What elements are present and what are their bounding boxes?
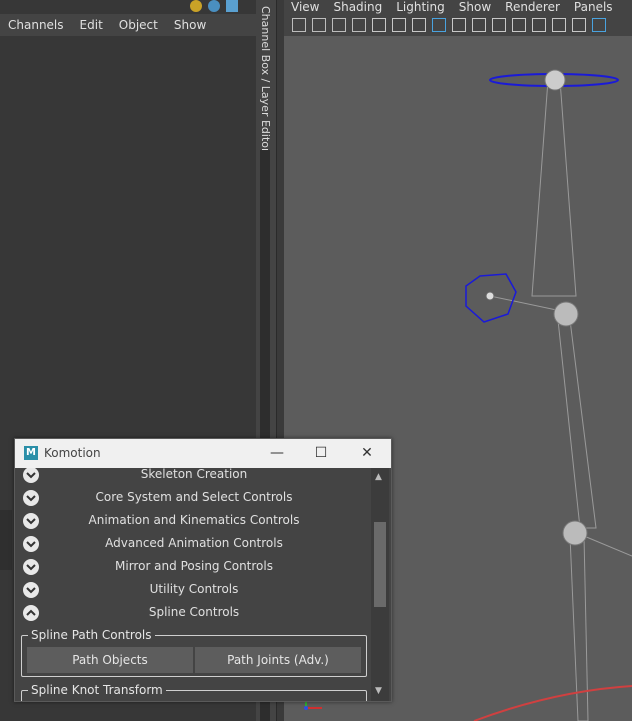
axis-z (304, 706, 308, 710)
channel-box-menu: Channels Edit Object Show (0, 14, 256, 36)
close-icon[interactable]: ✕ (357, 444, 377, 462)
safe-action-icon[interactable] (472, 18, 486, 32)
menu-lighting[interactable]: Lighting (389, 0, 452, 14)
camera-icon[interactable] (292, 18, 306, 32)
section-label: Mirror and Posing Controls (115, 559, 273, 573)
komotion-titlebar[interactable]: M Komotion — ☐ ✕ (15, 439, 391, 468)
section-label: Advanced Animation Controls (105, 536, 283, 550)
bone-side (583, 535, 632, 557)
path-objects-button[interactable]: Path Objects (26, 646, 194, 674)
xray-icon[interactable] (512, 18, 526, 32)
section-skeleton-creation[interactable]: Skeleton Creation (15, 468, 371, 486)
grid-icon[interactable] (432, 18, 446, 32)
hud-icon[interactable] (552, 18, 566, 32)
section-spline[interactable]: Spline Controls (15, 602, 371, 624)
wireframe-icon[interactable] (572, 18, 586, 32)
section-label: Utility Controls (149, 582, 239, 596)
spline-path-group: Spline Path Controls Path Objects Path J… (21, 628, 367, 677)
spline-knot-group: Spline Knot Transform (21, 683, 367, 701)
section-label: Core System and Select Controls (95, 490, 293, 504)
film-gate-icon[interactable] (412, 18, 426, 32)
attribute-editor-icon[interactable] (208, 0, 220, 12)
menu-object[interactable]: Object (111, 18, 166, 32)
section-core-system[interactable]: Core System and Select Controls (15, 487, 371, 509)
joint-spine (553, 301, 579, 327)
group-label: Spline Knot Transform (28, 683, 166, 697)
joint-root (544, 69, 566, 91)
group-label: Spline Path Controls (28, 628, 155, 642)
chevron-down-icon[interactable] (23, 490, 39, 506)
menu-show[interactable]: Show (166, 18, 214, 32)
section-utility[interactable]: Utility Controls (15, 579, 371, 601)
bookmark-icon[interactable] (352, 18, 366, 32)
menu-show-vp[interactable]: Show (452, 0, 498, 14)
isolate-icon[interactable] (392, 18, 406, 32)
komotion-scrollbar[interactable]: ▲ ▼ (371, 468, 389, 701)
viewport-menu: View Shading Lighting Show Renderer Pane… (284, 0, 632, 14)
menu-renderer[interactable]: Renderer (498, 0, 567, 14)
joint-small (485, 291, 495, 301)
chevron-down-icon[interactable] (23, 536, 39, 552)
channel-box-tab-label: Channel Box / Layer Editor (259, 6, 272, 153)
chevron-down-icon[interactable] (23, 513, 39, 529)
menu-edit[interactable]: Edit (72, 18, 111, 32)
section-label: Skeleton Creation (140, 468, 248, 481)
chevron-down-icon[interactable] (23, 559, 39, 575)
komotion-window: M Komotion — ☐ ✕ Skeleton Creation Core … (14, 438, 392, 702)
bone-spine-2 (557, 319, 597, 529)
joint-lower (562, 520, 588, 546)
camera-attributes-icon[interactable] (312, 18, 326, 32)
tool-settings-icon[interactable] (226, 0, 238, 12)
minimize-icon[interactable]: — (267, 444, 287, 462)
image-plane-icon[interactable] (332, 18, 346, 32)
menu-shading[interactable]: Shading (326, 0, 389, 14)
komotion-body: Skeleton Creation Core System and Select… (15, 468, 391, 701)
resolution-gate-icon[interactable] (452, 18, 466, 32)
chevron-down-icon[interactable] (23, 582, 39, 598)
path-joints-button[interactable]: Path Joints (Adv.) (194, 646, 362, 674)
window-title: Komotion (44, 446, 101, 460)
section-animation-kinematics[interactable]: Animation and Kinematics Controls (15, 510, 371, 532)
status-icons (190, 0, 238, 12)
field-chart-icon[interactable] (492, 18, 506, 32)
section-label: Spline Controls (148, 605, 240, 619)
snap-icon[interactable] (372, 18, 386, 32)
section-advanced-animation[interactable]: Advanced Animation Controls (15, 533, 371, 555)
smooth-shade-icon[interactable] (592, 18, 606, 32)
outliner-icon[interactable] (190, 0, 202, 12)
chevron-down-icon[interactable] (23, 468, 39, 483)
menu-panels[interactable]: Panels (567, 0, 620, 14)
menu-channels[interactable]: Channels (0, 18, 72, 32)
scroll-down-icon[interactable]: ▼ (375, 686, 382, 696)
maximize-icon[interactable]: ☐ (311, 444, 331, 462)
section-mirror-posing[interactable]: Mirror and Posing Controls (15, 556, 371, 578)
scroll-up-icon[interactable]: ▲ (375, 472, 382, 482)
chevron-up-icon[interactable] (23, 605, 39, 621)
viewport-toolbar (284, 14, 632, 37)
menu-view[interactable]: View (284, 0, 326, 14)
section-label: Animation and Kinematics Controls (88, 513, 300, 527)
maya-logo-icon: M (24, 446, 38, 460)
layer-editor-fragment (0, 510, 12, 570)
scroll-thumb[interactable] (374, 522, 386, 607)
spline-path-curve (473, 685, 632, 721)
bone-spine-1 (531, 79, 577, 297)
texture-icon[interactable] (532, 18, 546, 32)
